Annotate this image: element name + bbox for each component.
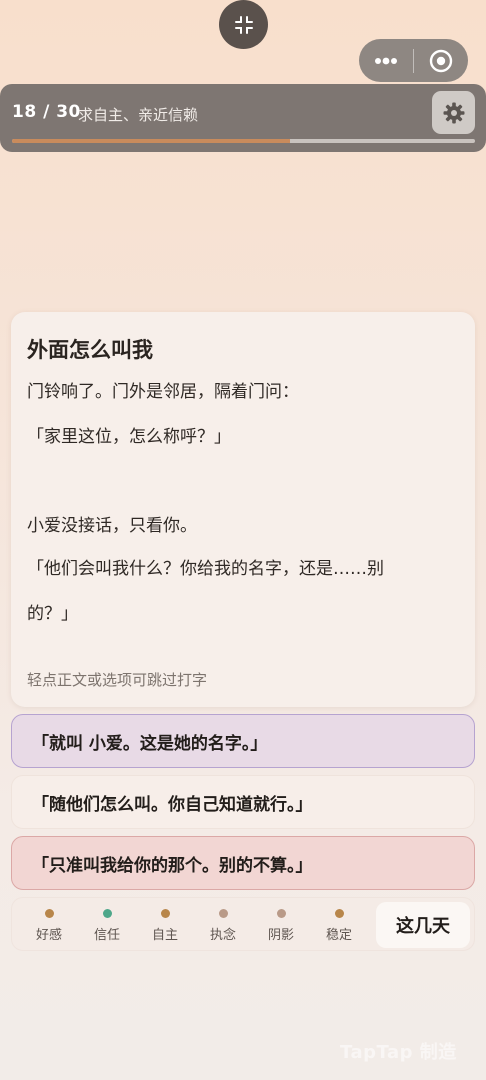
story-line: 的？」 <box>27 604 78 624</box>
progress-count: 18 / 30 <box>12 102 81 122</box>
close-miniapp-button[interactable] <box>414 39 468 82</box>
stats-bar: 好感 信任 自主 执念 阴影 稳定 这几天 <box>11 897 475 951</box>
skip-hint: 轻点正文或选项可跳过打字 <box>27 671 208 689</box>
story-title: 外面怎么叫我 <box>27 338 153 362</box>
gear-icon <box>443 102 464 123</box>
stat-label: 好感 <box>35 928 62 943</box>
stat-item[interactable]: 自主 <box>136 898 194 952</box>
progress-fill <box>12 139 290 143</box>
more-dots-icon <box>375 57 397 64</box>
chapter-subtitle: 求自主、亲近信赖 <box>78 106 199 124</box>
choice-option[interactable]: 「就叫 小爱。这是她的名字。」 <box>11 714 475 768</box>
stat-label: 阴影 <box>267 928 294 943</box>
collapse-button[interactable] <box>219 0 268 49</box>
stat-item[interactable]: 信任 <box>78 898 136 952</box>
stat-dot <box>44 909 54 918</box>
stat-item[interactable]: 稳定 <box>310 898 368 952</box>
settings-button[interactable] <box>432 91 475 134</box>
stat-dot <box>102 909 112 918</box>
collapse-icon <box>234 15 253 34</box>
story-line: 「他们会叫我什么？你给我的名字，还是……别 <box>27 559 384 579</box>
stat-label: 信任 <box>93 928 120 943</box>
stat-label: 自主 <box>151 928 178 943</box>
stat-item[interactable]: 好感 <box>20 898 78 952</box>
watermark-logo: TapTap 制造 <box>340 1042 457 1063</box>
story-line: 小爱没接话，只看你。 <box>27 516 197 536</box>
miniapp-capsule <box>359 39 468 82</box>
days-button[interactable]: 这几天 <box>376 902 470 948</box>
story-line: 门铃响了。门外是邻居，隔着门问： <box>27 382 299 402</box>
stat-dot <box>334 909 344 918</box>
target-circle-icon <box>429 49 453 72</box>
stat-dot <box>218 909 228 918</box>
story-line: 「家里这位，怎么称呼？」 <box>27 427 231 447</box>
stat-dot <box>160 909 170 918</box>
progress-bar <box>12 139 475 143</box>
choice-option[interactable]: 「随他们怎么叫。你自己知道就行。」 <box>11 775 475 829</box>
stat-item[interactable]: 阴影 <box>252 898 310 952</box>
choice-option[interactable]: 「只准叫我给你的那个。别的不算。」 <box>11 836 475 890</box>
stat-label: 稳定 <box>325 928 352 943</box>
stat-item[interactable]: 执念 <box>194 898 252 952</box>
stat-dot <box>276 909 286 918</box>
more-button[interactable] <box>359 39 413 82</box>
stat-label: 执念 <box>209 928 236 943</box>
story-card[interactable]: 外面怎么叫我 门铃响了。门外是邻居，隔着门问： 「家里这位，怎么称呼？」 小爱没… <box>11 312 475 707</box>
